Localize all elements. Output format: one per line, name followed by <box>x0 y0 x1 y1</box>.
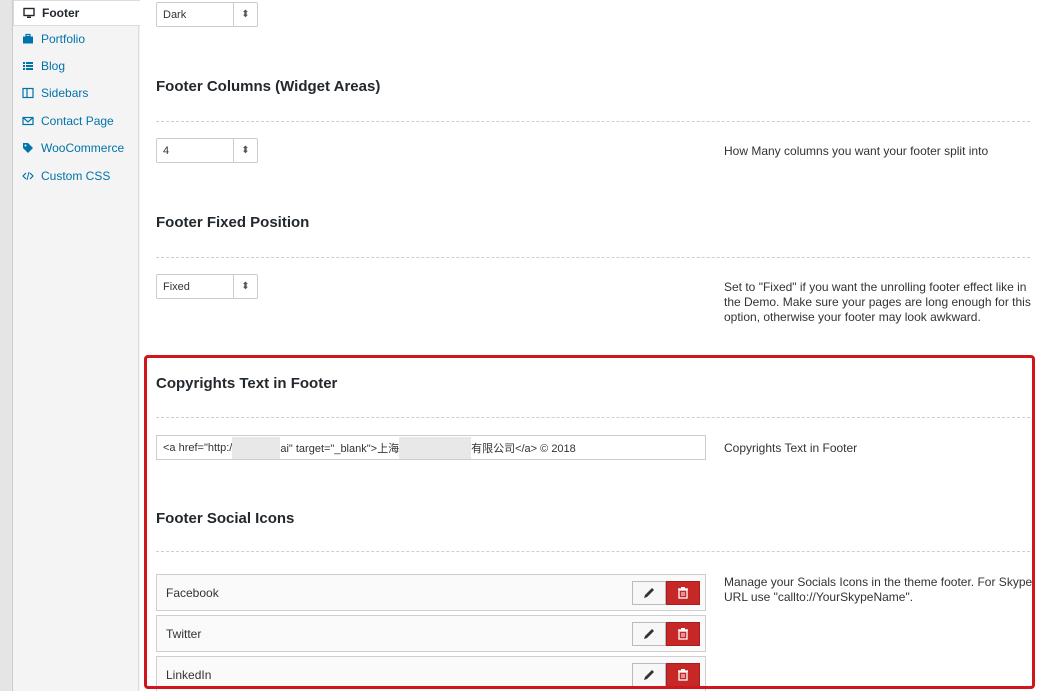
admin-edge <box>0 0 13 691</box>
sidebar-item-label: WooCommerce <box>41 141 125 155</box>
section-divider <box>156 551 1030 552</box>
sidebar-item-label: Sidebars <box>41 86 89 100</box>
copyrights-value-part: ai" target="_blank">上海 <box>280 442 400 455</box>
sidebar-item-footer[interactable]: Footer <box>13 0 140 26</box>
delete-button[interactable] <box>666 662 700 687</box>
sidebar-item-label: Portfolio <box>41 32 86 46</box>
delete-button[interactable] <box>666 580 700 605</box>
briefcase-icon <box>21 32 35 46</box>
sidebar-item-portfolio[interactable]: Portfolio <box>13 26 139 52</box>
options-sidebar: Footer Portfolio Blog Sidebars Contact P… <box>13 0 140 691</box>
edit-button[interactable] <box>632 662 666 687</box>
sidebar-item-custom-css[interactable]: Custom CSS <box>13 163 139 189</box>
monitor-icon <box>22 6 36 20</box>
select-value: Fixed <box>163 280 190 293</box>
select-arrows-icon: ⬍ <box>233 3 257 26</box>
redacted-block <box>399 436 472 459</box>
footer-columns-select[interactable]: 4 ⬍ <box>156 138 258 163</box>
footer-skin-select[interactable]: Dark ⬍ <box>156 2 258 27</box>
envelope-icon <box>21 114 35 128</box>
code-icon <box>21 169 35 183</box>
sidebar-item-label: Custom CSS <box>41 169 111 183</box>
section-divider <box>156 417 1030 418</box>
section-title-social-icons: Footer Social Icons <box>156 510 295 527</box>
edit-button[interactable] <box>632 621 666 646</box>
redacted-block <box>232 436 281 459</box>
copyrights-description: Copyrights Text in Footer <box>724 441 858 455</box>
copyrights-value-part: 有限公司</a> © 2018 <box>471 442 576 455</box>
sidebar-item-sidebars[interactable]: Sidebars <box>13 80 139 106</box>
pencil-icon <box>644 669 654 680</box>
social-item-name: Facebook <box>166 585 219 600</box>
tag-icon <box>21 141 35 155</box>
pencil-icon <box>644 628 654 639</box>
trash-icon <box>678 586 688 599</box>
options-main-panel: Dark ⬍ Footer Columns (Widget Areas) 4 ⬍… <box>140 0 1047 691</box>
sidebar-item-woocommerce[interactable]: WooCommerce <box>13 135 139 161</box>
copyrights-text-input[interactable]: <a href="http:/ ai" target="_blank">上海 有… <box>156 435 706 460</box>
social-icons-description: Manage your Socials Icons in the theme f… <box>724 575 1033 604</box>
trash-icon <box>678 627 688 640</box>
list-icon <box>21 59 35 73</box>
footer-fixed-description: Set to "Fixed" if you want the unrolling… <box>724 280 1031 324</box>
sidebar-item-label: Blog <box>41 59 66 73</box>
social-item-twitter: Twitter <box>156 615 706 652</box>
select-arrows-icon: ⬍ <box>233 275 257 298</box>
select-value: Dark <box>163 8 187 21</box>
edit-button[interactable] <box>632 580 666 605</box>
sidebar-item-label: Contact Page <box>41 114 114 128</box>
select-arrows-icon: ⬍ <box>233 139 257 162</box>
sidebar-item-label: Footer <box>42 6 80 20</box>
columns-icon <box>21 86 35 100</box>
section-divider <box>156 257 1030 258</box>
copyrights-value-part: <a href="http:/ <box>163 441 233 454</box>
sidebar-item-contact-page[interactable]: Contact Page <box>13 108 139 134</box>
social-item-name: LinkedIn <box>166 667 212 682</box>
section-title-footer-columns: Footer Columns (Widget Areas) <box>156 78 381 95</box>
sidebar-item-blog[interactable]: Blog <box>13 53 139 79</box>
section-title-copyrights: Copyrights Text in Footer <box>156 375 338 392</box>
trash-icon <box>678 668 688 681</box>
delete-button[interactable] <box>666 621 700 646</box>
social-item-linkedin: LinkedIn <box>156 656 706 691</box>
social-item-facebook: Facebook <box>156 574 706 611</box>
pencil-icon <box>644 587 654 598</box>
footer-columns-description: How Many columns you want your footer sp… <box>724 144 989 158</box>
social-item-name: Twitter <box>166 626 202 641</box>
section-title-footer-fixed: Footer Fixed Position <box>156 214 310 231</box>
section-divider <box>156 121 1030 122</box>
footer-fixed-select[interactable]: Fixed ⬍ <box>156 274 258 299</box>
select-value: 4 <box>163 144 170 157</box>
